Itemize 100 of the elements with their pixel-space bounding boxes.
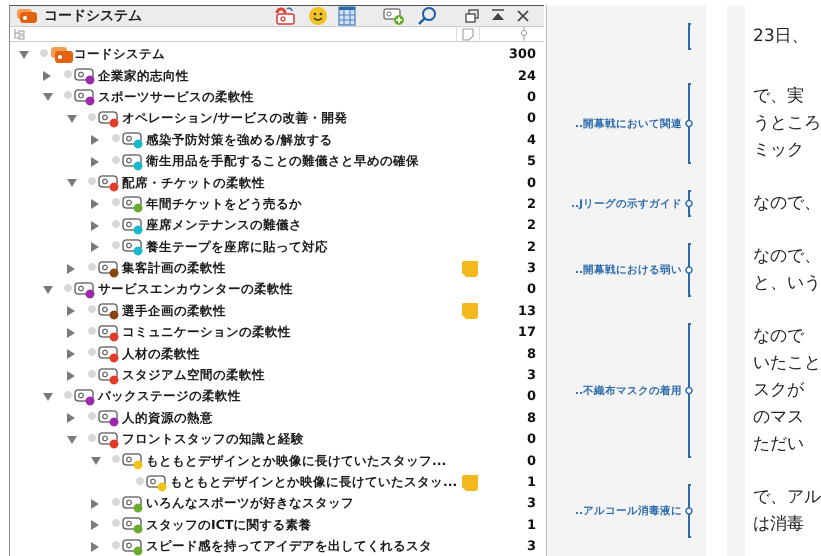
coding-stripe-label[interactable]: ..開幕戦における弱い [575,263,682,277]
status-dot-icon[interactable] [112,220,120,228]
code-label[interactable]: フロントスタッフの知識と経験 [122,431,304,448]
hierarchy-icon [13,28,25,40]
status-dot-icon[interactable] [64,70,72,78]
status-dot-icon[interactable] [88,434,96,442]
code-label[interactable]: サービスエンカウンターの柔軟性 [98,281,293,298]
code-label[interactable]: オペレーション/サービスの改善・開発 [122,110,348,128]
status-dot-icon[interactable] [88,370,96,378]
status-dot-icon[interactable] [112,241,120,250]
status-dot-icon[interactable] [64,390,72,399]
collapse-arrow-icon[interactable] [90,498,100,510]
status-dot-icon[interactable] [40,48,48,57]
collapse-arrow-icon[interactable] [66,262,76,275]
status-dot-icon[interactable] [88,262,96,271]
status-dot-icon[interactable] [88,177,96,186]
segment-count: 2 [526,218,537,234]
segment-count: 17 [516,325,537,340]
code-label[interactable]: スポーツサービスの柔軟性 [98,88,254,106]
status-dot-icon[interactable] [112,455,120,464]
code-label[interactable]: コードシステム [74,46,165,64]
code-label[interactable]: 人的資源の熱意 [122,410,213,427]
collapse-arrow-icon[interactable] [90,220,100,232]
segment-count: 5 [526,154,537,170]
expand-arrow-icon[interactable] [42,284,54,295]
code-label[interactable]: 衛生用品を手配することの難儀さと早めの確保 [146,153,419,170]
collapse-arrow-icon[interactable] [42,70,52,82]
code-label[interactable]: スタッフのICTに関する素養 [146,516,312,534]
segment-count: 0 [526,432,537,448]
status-dot-icon[interactable] [112,498,120,506]
panel-title: コードシステム [44,7,142,25]
document-text-line: ミック [753,139,805,162]
status-dot-icon[interactable] [88,112,96,121]
expand-arrow-icon[interactable] [90,456,102,466]
collapse-arrow-icon[interactable] [90,519,100,532]
segment-count: 3 [526,261,537,276]
search-icon[interactable] [416,6,438,26]
table-icon[interactable] [338,6,356,26]
collapse-arrow-icon[interactable] [66,305,76,318]
expand-arrow-icon[interactable] [42,392,54,402]
segment-count: 3 [526,539,537,554]
status-dot-icon[interactable] [64,91,72,100]
code-label[interactable]: もともとデザインとか映像に長けていたスタッ... [170,474,458,491]
expand-arrow-icon[interactable] [18,50,30,60]
status-dot-icon[interactable] [112,156,120,164]
code-label[interactable]: 感染予防対策を強める/解放する [146,132,333,149]
collapse-arrow-icon[interactable] [90,198,100,210]
code-label[interactable]: もともとデザインとか映像に長けていたスタッフ... [146,452,446,470]
code-label[interactable]: 集客計画の柔軟性 [122,260,226,278]
collapse-arrow-icon[interactable] [90,241,100,254]
collapse-arrow-icon[interactable] [90,156,100,168]
collapse-arrow-icon[interactable] [90,134,100,146]
code-label[interactable]: バックステージの柔軟性 [98,388,241,406]
status-dot-icon[interactable] [88,412,96,420]
code-label[interactable]: 企業家的志向性 [98,68,189,85]
code-label[interactable]: 座席メンテナンスの難儀さ [146,217,302,234]
code-label[interactable]: スタジアム空間の柔軟性 [122,367,265,384]
close-icon[interactable] [516,9,530,23]
status-dot-icon[interactable] [88,348,96,356]
code-label[interactable]: 選手企画の柔軟性 [122,302,226,320]
document-text-line: いたこと [753,352,821,375]
status-dot-icon[interactable] [64,284,72,292]
status-dot-icon[interactable] [112,540,120,549]
code-label[interactable]: 養生テープを座席に貼って対応 [146,238,328,256]
add-code-icon[interactable] [382,6,406,26]
status-dot-icon[interactable] [112,519,120,528]
collapse-arrow-icon[interactable] [66,412,76,424]
code-label[interactable]: スピード感を持ってアイデアを出してくれるスタ [146,538,432,556]
code-tag-icon[interactable] [274,6,296,26]
code-label[interactable]: 人材の柔軟性 [122,346,200,363]
code-label[interactable]: 年間チケットをどう売るか [146,196,302,213]
code-label[interactable]: いろんなスポーツが好きなスタッフ [146,495,354,512]
expand-arrow-icon[interactable] [66,434,78,445]
coding-stripe-label[interactable]: ..Jリーグの示すガイド [571,196,682,210]
segment-count: 2 [526,196,537,212]
code-label[interactable]: 配席・チケットの柔軟性 [122,174,265,192]
status-dot-icon[interactable] [112,198,120,206]
collapse-arrow-icon[interactable] [66,348,76,360]
coding-stripe-label[interactable]: ..不織布マスクの着用 [575,384,682,398]
code-label[interactable]: コミュニケーションの柔軟性 [122,324,291,342]
status-dot-icon[interactable] [136,476,144,484]
collapse-arrow-icon[interactable] [66,326,76,339]
expand-arrow-icon[interactable] [66,178,78,188]
collapse-arrow-icon[interactable] [66,370,76,382]
status-dot-icon[interactable] [112,134,120,142]
restore-icon[interactable] [464,8,480,24]
status-dot-icon[interactable] [88,305,96,314]
code-system-icon [50,46,74,64]
coding-stripe-label[interactable]: ..開幕戦において関連 [575,116,682,130]
coding-stripe-label[interactable]: ..アルコール消毒液に [575,504,682,518]
expand-arrow-icon[interactable] [42,92,54,102]
status-dot-icon[interactable] [88,326,96,335]
smiley-icon[interactable] [308,6,328,26]
segment-count: 4 [526,132,537,148]
collapse-arrow-icon[interactable] [90,540,100,553]
document-text-line: なので [753,325,806,348]
expand-arrow-icon[interactable] [66,114,78,124]
segment-count: 3 [526,368,537,384]
document-text-line: うところ [753,112,821,135]
document-text-line: ただい [753,433,805,456]
